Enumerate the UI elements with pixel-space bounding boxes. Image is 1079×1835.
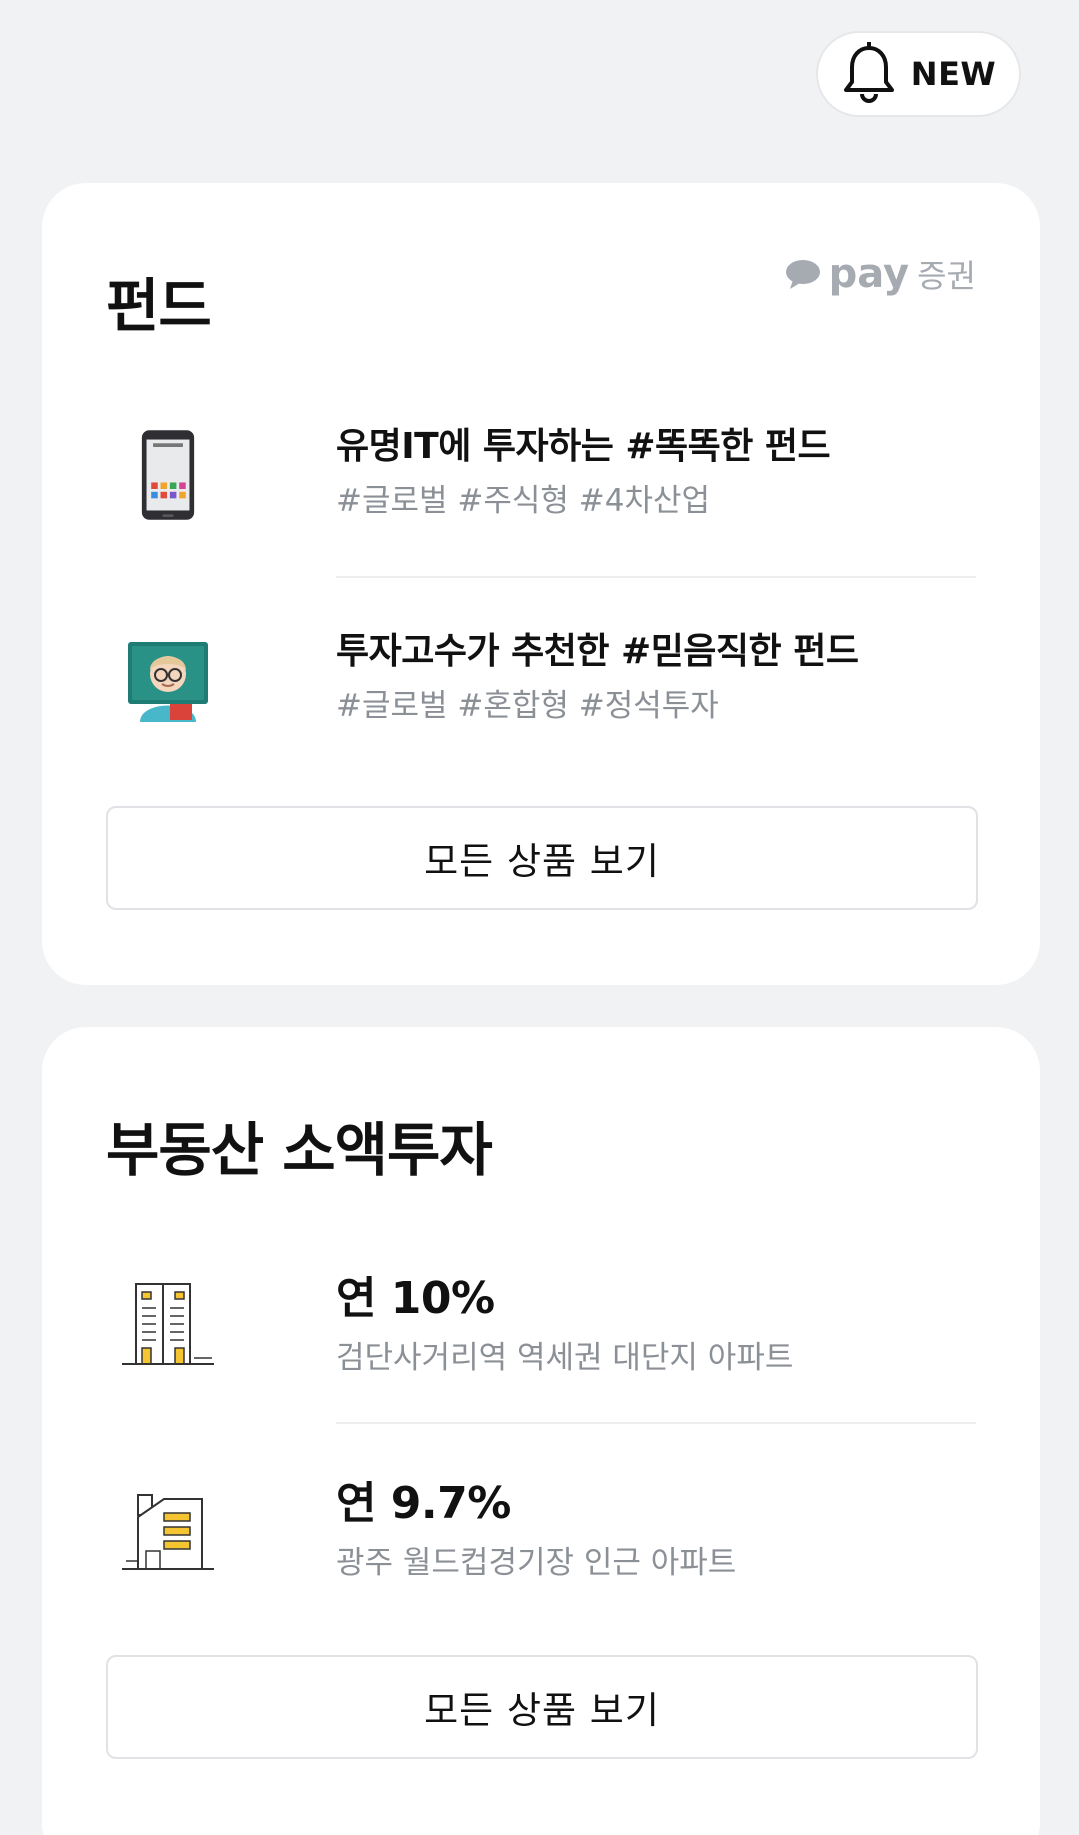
fund-item-tags: #글로벌 #주식형 #4차산업 [336,483,711,519]
fund-item-title: 유명IT에 투자하는 #똑똑한 펀드 [336,426,831,467]
real-estate-item-rate: 연 10% [336,1273,495,1324]
real-estate-title: 부동산 소액투자 [106,1116,493,1184]
kakaopay-securities-logo: pay 증권 [785,251,976,297]
new-notification-button[interactable]: NEW [816,31,1021,117]
fund-title: 펀드 [106,272,212,340]
divider [336,576,976,578]
real-estate-item-desc: 광주 월드컵경기장 인근 아파트 [336,1545,737,1581]
brand-pay: pay [828,251,910,297]
teacher-icon [116,628,220,732]
new-label: NEW [910,55,997,93]
real-estate-item[interactable]: 연 10% 검단사거리역 역세권 대단지 아파트 [106,1222,976,1422]
real-estate-card: 부동산 소액투자 연 10% 검단사거리역 역세권 대단지 아파트 연 9.7%… [42,1027,1040,1835]
fund-item-title: 투자고수가 추천한 #믿음직한 펀드 [336,631,859,672]
fund-card: 펀드 pay 증권 유명IT에 투자하는 #똑똑한 펀드 #글로벌 #주식형 #… [42,183,1040,985]
divider [336,1422,976,1424]
fund-view-all-button[interactable]: 모든 상품 보기 [106,806,978,910]
house-icon [116,1475,220,1579]
bell-icon [843,42,894,103]
brand-securities: 증권 [917,257,976,295]
smartphone-icon [116,423,220,527]
page: NEW 펀드 pay 증권 유명IT에 투자하는 #똑똑한 펀드 #글로벌 #주… [0,0,1079,1835]
fund-item[interactable]: 투자고수가 추천한 #믿음직한 펀드 #글로벌 #혼합형 #정석투자 [106,580,976,780]
real-estate-item-desc: 검단사거리역 역세권 대단지 아파트 [336,1340,794,1376]
apartment-icon [116,1270,220,1374]
fund-item[interactable]: 유명IT에 투자하는 #똑똑한 펀드 #글로벌 #주식형 #4차산업 [106,375,976,575]
real-estate-item-rate: 연 9.7% [336,1478,511,1529]
real-estate-view-all-button[interactable]: 모든 상품 보기 [106,1655,978,1759]
fund-item-tags: #글로벌 #혼합형 #정석투자 [336,688,719,724]
real-estate-item[interactable]: 연 9.7% 광주 월드컵경기장 인근 아파트 [106,1427,976,1627]
speech-bubble-icon [785,260,820,289]
